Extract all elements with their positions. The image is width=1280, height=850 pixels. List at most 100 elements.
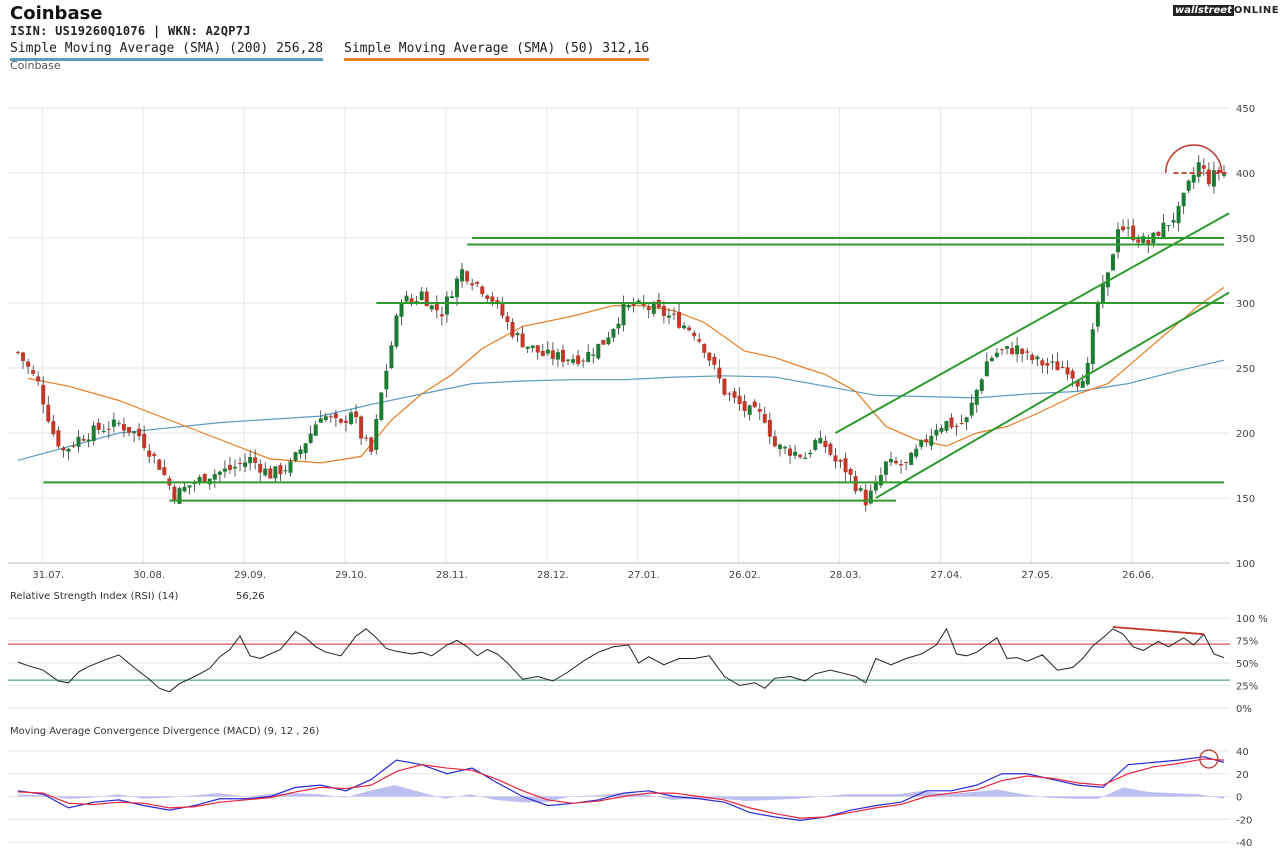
candle-up [571, 359, 576, 363]
candle-down [540, 350, 545, 356]
candle-up [979, 379, 984, 391]
candle-up [1005, 346, 1010, 349]
candle-down [954, 425, 959, 427]
price-chart[interactable]: 100150200250300350400450 31.07. 30.08. 29.… [0, 0, 1280, 850]
candle-down [475, 281, 480, 284]
candle-down [899, 463, 904, 466]
candle-down [147, 450, 152, 457]
candle-up [273, 466, 278, 479]
candle-up [1116, 229, 1121, 253]
candle-down [1055, 361, 1060, 371]
rsi-tick-label: 100 % [1236, 614, 1268, 625]
candle-down [31, 370, 36, 374]
rsi-tick-label: 0% [1236, 704, 1252, 715]
candle-down [762, 413, 767, 423]
candle-up [994, 352, 999, 357]
candle-up [308, 433, 313, 443]
candle-up [1126, 227, 1131, 229]
candle-down [772, 436, 777, 447]
macd-line [17, 756, 1225, 821]
macd-tick-label: 20 [1236, 770, 1249, 781]
candle-up [606, 337, 611, 345]
price-tick-label: 100 [1236, 559, 1255, 570]
candle-down [661, 305, 666, 317]
candle-up [444, 296, 449, 315]
date-tick-label: 26.06. [1122, 570, 1154, 581]
candle-up [873, 482, 878, 491]
candle-up [626, 304, 631, 308]
candle-up [818, 437, 823, 444]
candle-down [1010, 348, 1015, 355]
candle-up [616, 323, 621, 329]
candle-down [485, 295, 490, 299]
candle-up [793, 451, 798, 456]
candle-down [601, 340, 606, 345]
candle-up [651, 303, 656, 314]
candle-down [258, 463, 263, 473]
candle-up [384, 370, 389, 390]
date-tick-label: 27.05. [1021, 570, 1053, 581]
candle-up [182, 486, 187, 492]
candle-up [379, 392, 384, 420]
candle-up [1100, 283, 1105, 304]
candle-down [742, 401, 747, 411]
rsi-tick-label: 75% [1236, 637, 1258, 648]
candle-up [298, 449, 303, 455]
macd-signal-line [17, 758, 1225, 819]
candle-up [621, 303, 626, 326]
candle-down [576, 355, 581, 365]
candle-up [777, 444, 782, 450]
candle-up [682, 325, 687, 329]
candle-up [318, 418, 323, 423]
candle-down [26, 361, 31, 367]
candle-down [853, 476, 858, 492]
candle-down [152, 453, 157, 456]
candle-up [449, 296, 454, 299]
candle-up [248, 457, 253, 464]
candle-down [692, 332, 697, 337]
candle-down [338, 418, 343, 423]
candle-up [858, 488, 863, 491]
support-resistance-lines [43, 144, 1230, 502]
rsi-tick-label: 50% [1236, 659, 1258, 670]
candle-up [303, 443, 308, 454]
candle-up [909, 452, 914, 465]
candle-up [782, 447, 787, 449]
candle-up [984, 361, 989, 377]
candle-down [142, 433, 147, 448]
candle-down [439, 314, 444, 317]
candle-down [798, 454, 803, 458]
candle-down [924, 439, 929, 443]
candle-down [788, 448, 793, 456]
macd-title: Moving Average Convergence Divergence (M… [10, 726, 319, 737]
candle-down [227, 464, 232, 470]
candle-down [550, 350, 555, 359]
candle-up [212, 474, 217, 480]
macd-tick-label: 0 [1236, 793, 1242, 804]
candle-up [555, 352, 560, 360]
rsi-line [17, 627, 1225, 693]
price-tick-label: 350 [1236, 234, 1255, 245]
candle-up [66, 448, 71, 452]
date-tick-label: 31.07. [32, 570, 64, 581]
price-tick-label: 450 [1236, 104, 1255, 115]
price-grid [8, 107, 1230, 564]
candle-down [162, 467, 167, 475]
candle-up [929, 435, 934, 446]
candle-down [202, 474, 207, 483]
candle-down [1206, 169, 1211, 185]
candle-up [283, 470, 288, 472]
candle-down [1156, 231, 1161, 236]
candle-up [964, 417, 969, 423]
candle-up [222, 468, 227, 472]
candle-down [702, 344, 707, 353]
date-tick-label: 29.09. [234, 570, 266, 581]
sma50-line [27, 286, 1225, 464]
candle-down [16, 351, 20, 353]
candle-down [238, 463, 243, 465]
candle-up [1035, 356, 1040, 360]
candle-up [611, 328, 616, 338]
candle-up [515, 333, 520, 336]
rsi-value: 56,26 [236, 591, 265, 602]
price-tick-label: 200 [1236, 429, 1255, 440]
